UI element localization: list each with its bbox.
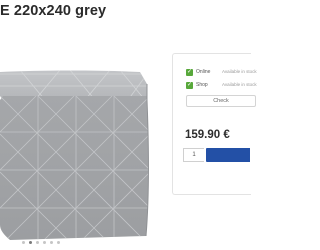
quantity-input[interactable]: 1 bbox=[183, 148, 204, 162]
product-image bbox=[0, 70, 149, 240]
product-price: 159.90 € bbox=[185, 129, 230, 141]
availability-value: Available in stock bbox=[222, 69, 257, 74]
check-icon: ✓ bbox=[186, 82, 193, 89]
product-title: E 220x240 grey bbox=[0, 3, 107, 19]
gallery-dot[interactable] bbox=[36, 241, 39, 244]
check-icon: ✓ bbox=[186, 69, 193, 76]
gallery-dot[interactable] bbox=[50, 241, 53, 244]
check-availability-button[interactable]: Check bbox=[186, 95, 256, 107]
gallery-dot[interactable] bbox=[57, 241, 60, 244]
gallery-dot[interactable] bbox=[43, 241, 46, 244]
gallery-dot[interactable] bbox=[29, 241, 32, 244]
availability-shop: ✓ Shop Available in stock bbox=[186, 82, 257, 91]
add-to-cart-button[interactable] bbox=[206, 148, 250, 162]
availability-online: ✓ Online Available in stock bbox=[186, 69, 257, 78]
availability-label: Online bbox=[196, 69, 211, 75]
gallery-dot[interactable] bbox=[22, 241, 25, 244]
availability-label: Shop bbox=[196, 82, 208, 88]
availability-value: Available in stock bbox=[222, 82, 257, 87]
image-gallery-dots[interactable] bbox=[22, 240, 82, 248]
buy-box: ✓ Online Available in stock ✓ Shop Avail… bbox=[172, 53, 257, 195]
